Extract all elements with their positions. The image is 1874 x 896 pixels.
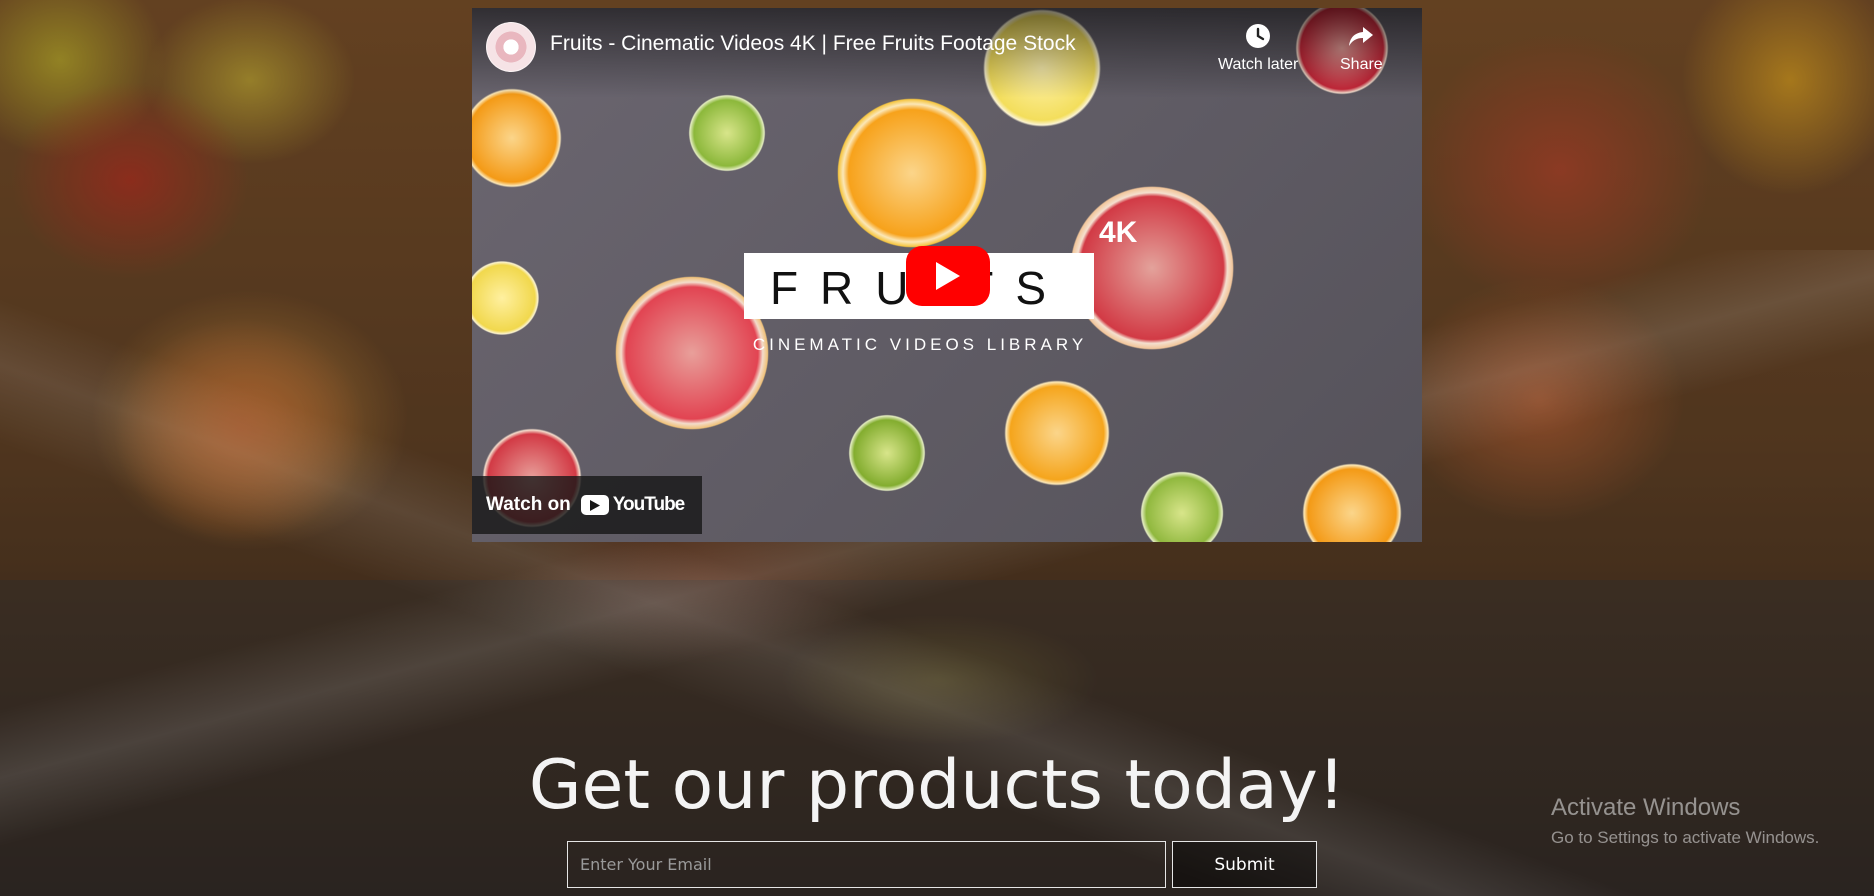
submit-button[interactable]: Submit bbox=[1172, 841, 1317, 888]
clock-icon bbox=[1246, 24, 1271, 48]
thumbnail-subtitle: CINEMATIC VIDEOS LIBRARY bbox=[752, 335, 1088, 354]
youtube-embed[interactable]: Fruits - Cinematic Videos 4K | Free Frui… bbox=[472, 8, 1422, 542]
email-input[interactable] bbox=[567, 841, 1166, 888]
activate-windows-watermark: Activate Windows Go to Settings to activ… bbox=[1551, 794, 1819, 848]
share-label: Share bbox=[1340, 56, 1383, 73]
watch-on-label: Watch on bbox=[486, 494, 571, 515]
watch-on-youtube-button[interactable]: Watch on YouTube bbox=[472, 476, 703, 534]
activate-windows-title: Activate Windows bbox=[1551, 794, 1741, 821]
share-button[interactable]: Share bbox=[1340, 22, 1383, 74]
play-icon bbox=[936, 262, 960, 290]
video-title-link[interactable]: Fruits - Cinematic Videos 4K | Free Frui… bbox=[550, 32, 1076, 56]
youtube-logo: YouTube bbox=[580, 494, 685, 516]
channel-avatar[interactable] bbox=[486, 22, 536, 72]
thumbnail-4k-badge: 4K bbox=[1099, 216, 1138, 249]
activate-windows-subtitle: Go to Settings to activate Windows. bbox=[1551, 828, 1820, 847]
watch-later-button[interactable]: Watch later bbox=[1218, 22, 1298, 74]
share-arrow-icon bbox=[1349, 27, 1374, 46]
watch-later-label: Watch later bbox=[1218, 56, 1299, 73]
youtube-play-logo-icon bbox=[580, 495, 609, 515]
play-button[interactable] bbox=[906, 246, 990, 306]
youtube-wordmark: YouTube bbox=[612, 494, 685, 515]
